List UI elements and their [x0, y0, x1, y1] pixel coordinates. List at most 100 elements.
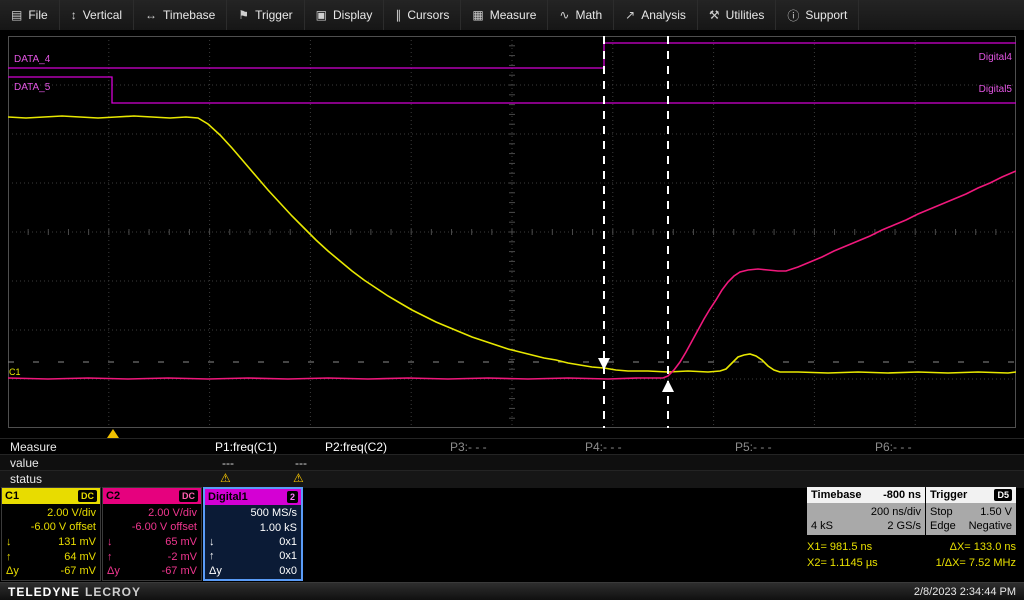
vertical-icon: ↕ [70, 8, 77, 22]
status-row-label: status [10, 472, 43, 486]
digital1-delta-value: 0x0 [279, 564, 297, 577]
c2-delta-value: -67 mV [161, 565, 197, 578]
utilities-icon: ⚒ [708, 8, 720, 22]
data5-label: DATA_5 [14, 82, 51, 93]
measure-p5[interactable]: P5:- - - [735, 440, 772, 454]
menu-item-label: Vertical [82, 8, 123, 22]
c1-min-value: 131 mV [58, 535, 96, 548]
measure-row-label: Measure [10, 440, 57, 454]
c2-max-value: -2 mV [167, 550, 197, 563]
measure-p2[interactable]: P2:freq(C2) [325, 440, 387, 454]
analysis-icon: ↗ [625, 8, 636, 22]
measure-p3[interactable]: P3:- - - [450, 440, 487, 454]
measure-icon: ▦ [472, 8, 484, 22]
c2-min-value: 65 mV [165, 535, 197, 548]
channel-descriptors: C1 DC 2.00 V/div -6.00 V offset ↓ 131 mV ↑… [1, 487, 303, 581]
digital1-min-value: 0x1 [279, 535, 297, 548]
teledyne-lecroy-logo: TELEDYNE LECROY [8, 585, 141, 599]
menu-item-label: Analysis [641, 8, 686, 22]
c2-min-row: ↓ 65 mV [107, 536, 197, 548]
trigger-source-badge: D5 [994, 489, 1012, 501]
menu-bar: ▤ File ↕ Vertical ↔ Timebase ⚑ Trigger ▣ Disp… [0, 0, 1024, 32]
c2-coupling-badge: DC [179, 490, 198, 502]
menu-item-trigger[interactable]: ⚑ Trigger [227, 0, 305, 30]
c2-name: C2 [106, 490, 121, 502]
c1-delta-value: -67 mV [60, 565, 96, 578]
brand-teledyne: TELEDYNE [8, 584, 81, 599]
digital1-max-value: 0x1 [279, 550, 297, 563]
delta-y-icon: Δy [209, 564, 222, 577]
datetime: 2/8/2023 2:34:44 PM [913, 585, 1016, 598]
menu-item-utilities[interactable]: ⚒ Utilities [698, 0, 777, 30]
c1-max-value: 64 mV [64, 550, 96, 563]
cursor-x1-value: X1= 981.5 ns [807, 541, 873, 553]
trigger-level: 1.50 V [980, 505, 1012, 518]
cursor-inv-dx-value: 1/ΔX= 7.52 MHz [935, 557, 1016, 569]
digital1-delta-row: Δy 0x0 [209, 565, 297, 577]
oscilloscope-screen: ▤ File ↕ Vertical ↔ Timebase ⚑ Trigger ▣ Disp… [0, 0, 1024, 600]
trigger-title: Trigger [930, 489, 968, 501]
p1-value: --- [222, 456, 234, 470]
menu-item-label: Timebase [163, 8, 216, 22]
trigger-position-marker[interactable] [107, 429, 119, 438]
up-arrow-icon: ↑ [6, 550, 12, 563]
menu-item-vertical[interactable]: ↕ Vertical [60, 0, 135, 30]
c1-offset: -6.00 V offset [30, 521, 96, 534]
file-icon: ▤ [11, 8, 23, 22]
c1-max-row: ↑ 64 mV [6, 551, 96, 563]
timebase-descriptor[interactable]: Timebase -800 ns 200 ns/div 4 kS 2 GS/s [807, 487, 925, 535]
c1-name: C1 [5, 490, 20, 502]
trigger-icon: ⚑ [238, 8, 250, 22]
measure-header-row: Measure P1:freq(C1) P2:freq(C2) P3:- - -… [0, 438, 1024, 455]
menu-item-display[interactable]: ▣ Display [305, 0, 385, 30]
c2-max-row: ↑ -2 mV [107, 551, 197, 563]
up-arrow-icon: ↑ [107, 550, 113, 563]
graticule-svg: DATA_4 DATA_5 Digital4 Digital5 C1 [8, 36, 1016, 428]
menu-item-label: Trigger [255, 8, 293, 22]
cursors-icon: ∥ [395, 8, 402, 22]
c1-min-row: ↓ 131 mV [6, 536, 96, 548]
timebase-rate: 2 GS/s [887, 520, 921, 533]
timebase-samples: 4 kS [811, 520, 834, 533]
menu-item-math[interactable]: ∿ Math [548, 0, 615, 30]
waveform-display[interactable]: DATA_4 DATA_5 Digital4 Digital5 C1 [8, 36, 1016, 428]
timebase-icon: ↔ [145, 8, 158, 22]
menu-item-file[interactable]: ▤ File [0, 0, 60, 30]
trigger-descriptor[interactable]: Trigger D5 Stop 1.50 V Edge Negative [926, 487, 1016, 535]
c2-scale: 2.00 V/div [148, 506, 197, 519]
menu-item-analysis[interactable]: ↗ Analysis [614, 0, 698, 30]
measure-status-row: status ⚠ ⚠ [0, 470, 1024, 488]
trigger-type: Edge [930, 520, 956, 533]
digital1-descriptor[interactable]: Digital1 2 500 MS/s 1.00 kS ↓ 0x1 ↑ 0x1 Δy 0… [203, 487, 303, 581]
p1-warning-icon: ⚠ [220, 471, 231, 485]
measure-p1[interactable]: P1:freq(C1) [215, 440, 277, 454]
c2-offset: -6.00 V offset [131, 521, 197, 534]
math-icon: ∿ [559, 8, 570, 22]
measure-p6[interactable]: P6:- - - [875, 440, 912, 454]
status-bar: TELEDYNE LECROY 2/8/2023 2:34:44 PM [0, 582, 1024, 600]
menu-item-timebase[interactable]: ↔ Timebase [134, 0, 228, 30]
down-arrow-icon: ↓ [6, 535, 12, 548]
digital4-right-label: Digital4 [979, 52, 1013, 63]
graticule [8, 36, 1016, 428]
digital1-min-row: ↓ 0x1 [209, 536, 297, 548]
digital1-max-row: ↑ 0x1 [209, 550, 297, 562]
menu-item-cursors[interactable]: ∥ Cursors [384, 0, 462, 30]
menu-item-measure[interactable]: ▦ Measure [461, 0, 549, 30]
cursor-x2-arrow[interactable] [662, 380, 674, 392]
c2-descriptor[interactable]: C2 DC 2.00 V/div -6.00 V offset ↓ 65 mV ↑ -… [102, 487, 202, 581]
down-arrow-icon: ↓ [209, 535, 215, 548]
p2-warning-icon: ⚠ [293, 471, 304, 485]
timebase-delay: -800 ns [883, 489, 921, 501]
c1-zero-marker[interactable]: C1 [9, 367, 21, 377]
menu-item-support[interactable]: ⓘ Support [776, 0, 860, 30]
c1-descriptor[interactable]: C1 DC 2.00 V/div -6.00 V offset ↓ 131 mV ↑… [1, 487, 101, 581]
menu-item-label: File [28, 8, 48, 22]
p2-value: --- [295, 456, 307, 470]
value-row-label: value [10, 456, 39, 470]
trigger-slope: Negative [968, 520, 1012, 533]
measure-p4[interactable]: P4:- - - [585, 440, 622, 454]
c1-scale: 2.00 V/div [47, 506, 96, 519]
trigger-mode: Stop [930, 505, 953, 518]
delta-y-icon: Δy [6, 565, 19, 578]
